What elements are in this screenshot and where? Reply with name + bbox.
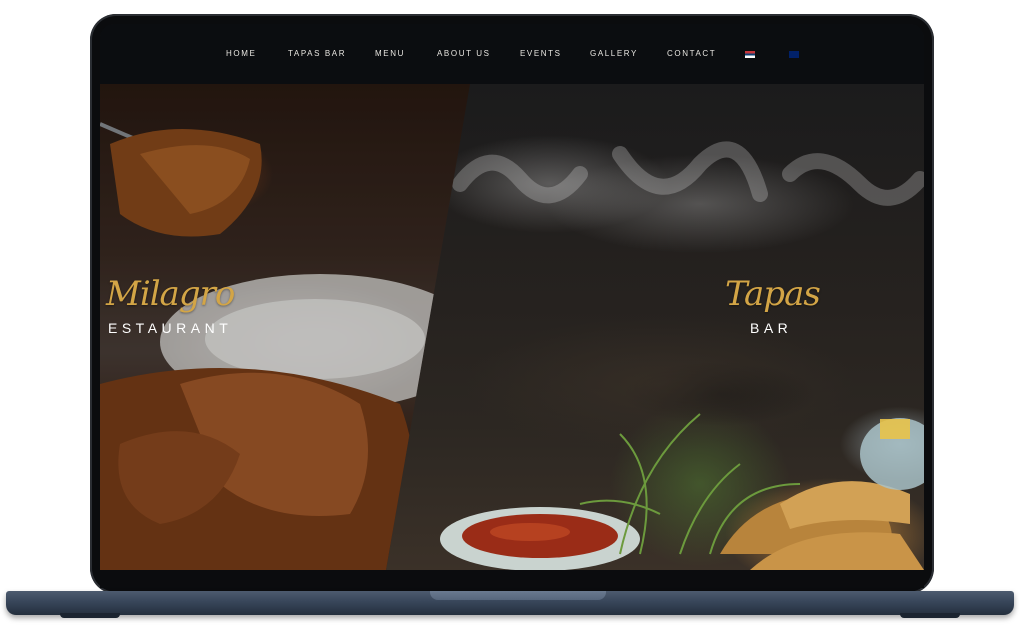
laptop-hinge-notch (430, 591, 606, 600)
laptop-base (6, 591, 1014, 615)
nav-home[interactable]: HOME (226, 49, 256, 58)
nav-tapas-bar[interactable]: TAPAS BAR (288, 49, 346, 58)
nav-about-us[interactable]: ABOUT US (437, 49, 491, 58)
tapas-script-title: Tapas (725, 274, 821, 314)
bar-subtitle: BAR (750, 320, 793, 336)
laptop-foot-left (60, 613, 120, 618)
serbian-flag-icon[interactable] (745, 51, 755, 58)
nav-gallery[interactable]: GALLERY (590, 49, 638, 58)
laptop-mockup: HOME TAPAS BAR MENU ABOUT US EVENTS GALL… (0, 0, 1020, 627)
screen-bottom-bezel (100, 570, 924, 588)
website-screen: HOME TAPAS BAR MENU ABOUT US EVENTS GALL… (100, 24, 924, 570)
laptop-foot-right (900, 613, 960, 618)
nav-menu[interactable]: MENU (375, 49, 405, 58)
nav-contact[interactable]: CONTACT (667, 49, 716, 58)
restaurant-subtitle: ESTAURANT (108, 320, 233, 336)
main-navigation: HOME TAPAS BAR MENU ABOUT US EVENTS GALL… (100, 24, 924, 84)
hero-split-banner: Milagro ESTAURANT Tapas BAR (100, 84, 924, 570)
milagro-script-title: Milagro (106, 274, 235, 314)
uk-flag-icon[interactable] (789, 51, 799, 58)
nav-events[interactable]: EVENTS (520, 49, 562, 58)
